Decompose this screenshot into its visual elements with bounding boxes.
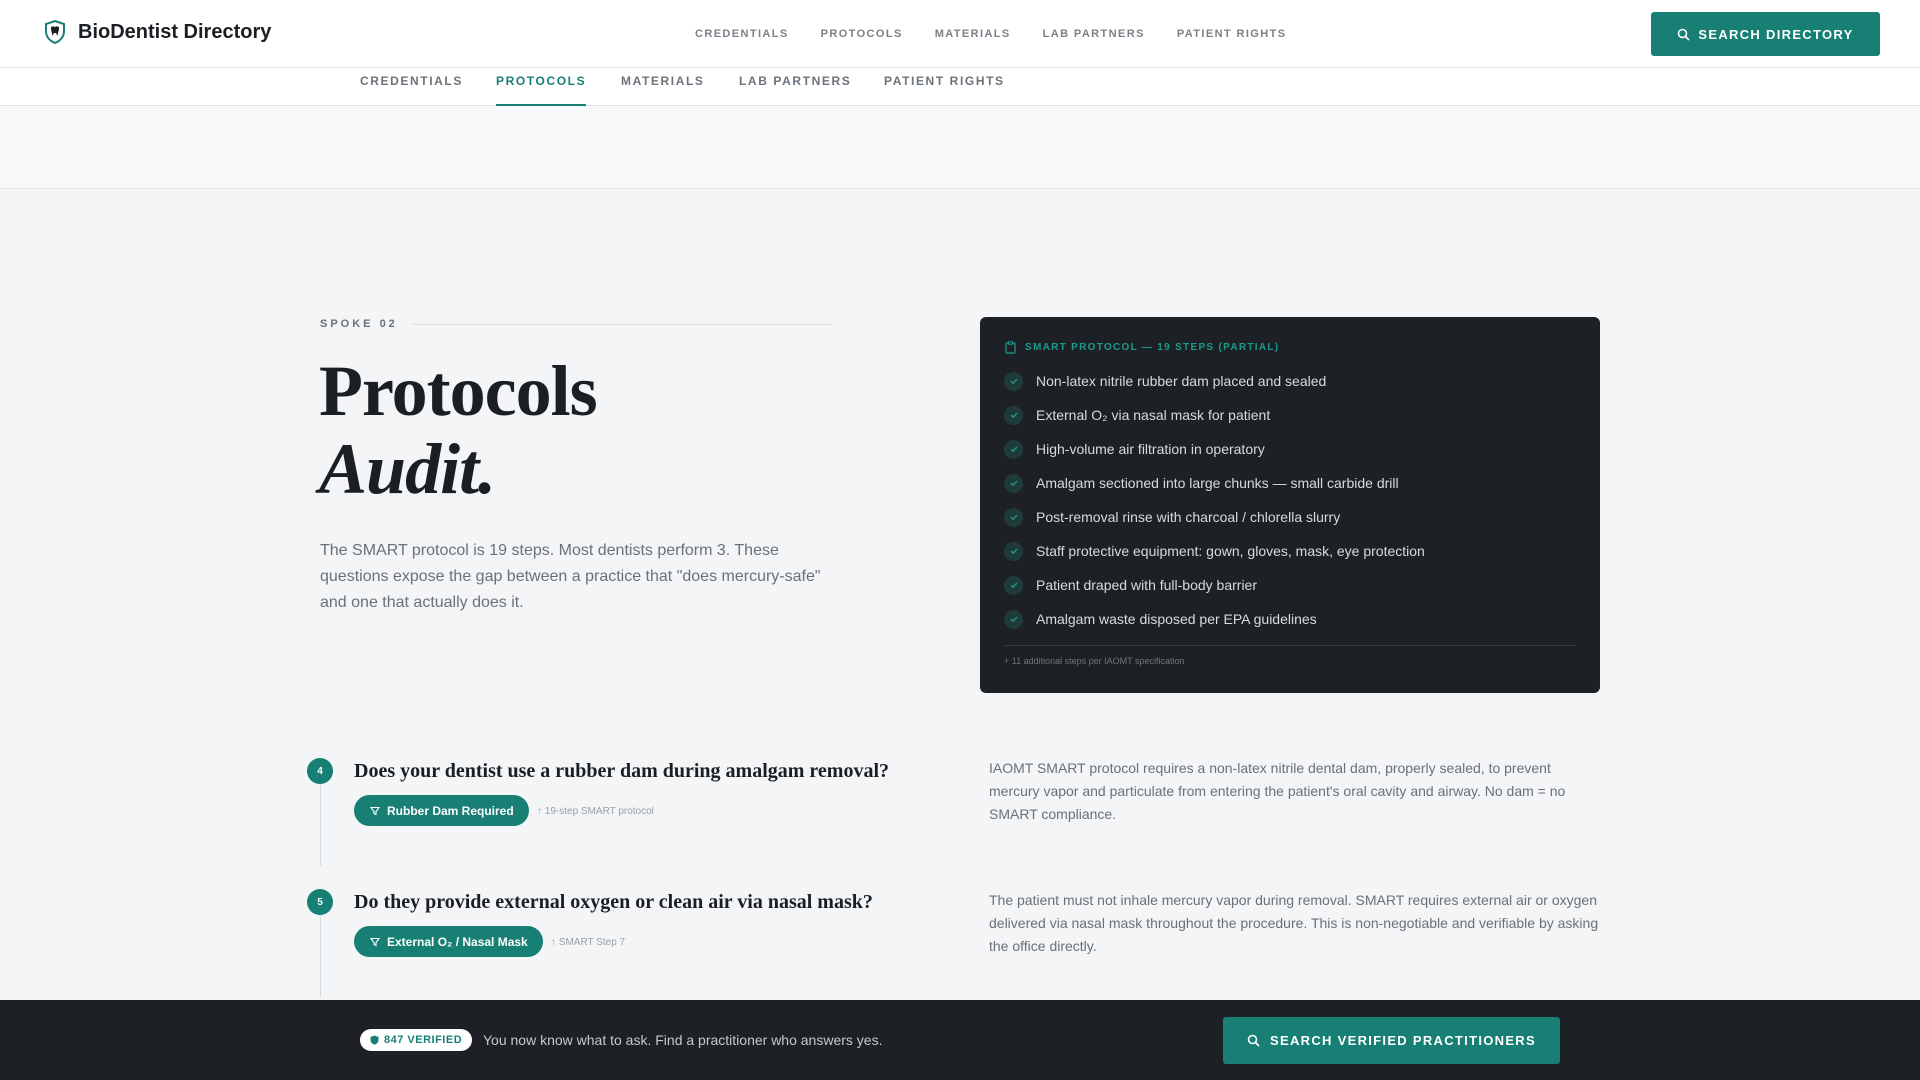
- verified-count: 847 VERIFIED: [384, 1034, 463, 1046]
- protocol-step: External O₂ via nasal mask for patient: [1004, 398, 1576, 432]
- filter-icon: [370, 937, 380, 946]
- shield-icon: [370, 1035, 379, 1045]
- question-answer: The patient must not inhale mercury vapo…: [989, 892, 1599, 954]
- protocol-step: Staff protective equipment: gown, gloves…: [1004, 534, 1576, 568]
- topnav-patient-rights[interactable]: PATIENT RIGHTS: [1177, 28, 1287, 40]
- page-title: Protocols Audit.: [319, 351, 598, 509]
- smart-protocol-card: SMART PROTOCOL — 19 STEPS (PARTIAL) Non-…: [980, 317, 1600, 693]
- topnav-credentials[interactable]: CREDENTIALS: [695, 28, 789, 40]
- filter-icon: [370, 806, 380, 815]
- search-icon: [1678, 28, 1690, 41]
- section-eyebrow: SPOKE 02: [320, 318, 832, 330]
- clipboard-icon: [1005, 341, 1016, 354]
- card-heading-text: SMART PROTOCOL — 19 STEPS (PARTIAL): [1025, 342, 1280, 353]
- timeline-line: [320, 915, 321, 997]
- tab-lab-partners[interactable]: LAB PARTNERS: [739, 68, 851, 106]
- requirement-pill-label: External O₂ / Nasal Mask: [387, 934, 528, 949]
- check-icon: [1004, 575, 1023, 595]
- tab-protocols[interactable]: PROTOCOLS: [496, 68, 587, 106]
- question-reference: ↑ SMART Step 7: [551, 937, 626, 948]
- protocol-step: Post-removal rinse with charcoal / chlor…: [1004, 500, 1576, 534]
- requirement-pill[interactable]: External O₂ / Nasal Mask: [354, 926, 543, 957]
- tooth-shield-icon: [45, 20, 65, 44]
- question-title: Do they provide external oxygen or clean…: [354, 891, 873, 913]
- step-text: Amalgam waste disposed per EPA guideline…: [1036, 611, 1317, 627]
- step-text: Amalgam sectioned into large chunks — sm…: [1036, 475, 1399, 491]
- question-number: 4: [307, 758, 333, 784]
- search-icon: [1247, 1034, 1260, 1047]
- eyebrow-label: SPOKE 02: [320, 318, 398, 330]
- question-number: 5: [307, 889, 333, 915]
- step-text: Staff protective equipment: gown, gloves…: [1036, 543, 1425, 559]
- tab-patient-rights[interactable]: PATIENT RIGHTS: [884, 68, 1005, 106]
- protocol-step: Non-latex nitrile rubber dam placed and …: [1004, 364, 1576, 398]
- topnav-materials[interactable]: MATERIALS: [935, 28, 1011, 40]
- check-icon: [1004, 371, 1023, 391]
- step-text: Patient draped with full-body barrier: [1036, 577, 1258, 593]
- protocol-step: Amalgam sectioned into large chunks — sm…: [1004, 466, 1576, 500]
- card-heading: SMART PROTOCOL — 19 STEPS (PARTIAL): [1004, 341, 1576, 354]
- card-footnote: + 11 additional steps per IAOMT specific…: [1004, 645, 1576, 666]
- top-nav: CREDENTIALS PROTOCOLS MATERIALS LAB PART…: [695, 28, 1286, 40]
- check-icon: [1004, 473, 1023, 493]
- top-header: BioDentist Directory CREDENTIALS PROTOCO…: [0, 0, 1920, 68]
- search-directory-button[interactable]: SEARCH DIRECTORY: [1651, 12, 1880, 56]
- step-text: Post-removal rinse with charcoal / chlor…: [1036, 509, 1341, 525]
- section-tabs: CREDENTIALS PROTOCOLS MATERIALS LAB PART…: [0, 68, 1920, 106]
- tab-credentials[interactable]: CREDENTIALS: [360, 68, 463, 106]
- tab-materials[interactable]: MATERIALS: [621, 68, 705, 106]
- search-directory-label: SEARCH DIRECTORY: [1698, 26, 1854, 42]
- verified-badge: 847 VERIFIED: [360, 1029, 473, 1051]
- topnav-protocols[interactable]: PROTOCOLS: [821, 28, 903, 40]
- brand-name: BioDentist Directory: [78, 20, 272, 43]
- question-reference: ↑ 19-step SMART protocol: [537, 806, 654, 817]
- header-band: [0, 106, 1920, 189]
- topnav-lab-partners[interactable]: LAB PARTNERS: [1043, 28, 1145, 40]
- hero-description: The SMART protocol is 19 steps. Most den…: [320, 542, 821, 611]
- protocol-step: Patient draped with full-body barrier: [1004, 568, 1576, 602]
- step-text: External O₂ via nasal mask for patient: [1036, 407, 1271, 423]
- step-text: Non-latex nitrile rubber dam placed and …: [1036, 373, 1327, 389]
- brand-logo[interactable]: BioDentist Directory: [44, 20, 271, 44]
- requirement-pill[interactable]: Rubber Dam Required: [354, 795, 529, 826]
- eyebrow-rule: [411, 323, 832, 325]
- cta-message: You now know what to ask. Find a practit…: [483, 1032, 883, 1048]
- question-title: Does your dentist use a rubber dam durin…: [354, 760, 890, 782]
- check-icon: [1004, 405, 1023, 425]
- protocol-step: Amalgam waste disposed per EPA guideline…: [1004, 602, 1576, 636]
- step-text: High-volume air filtration in operatory: [1036, 441, 1265, 457]
- timeline-line: [320, 784, 321, 866]
- search-verified-practitioners-button[interactable]: SEARCH VERIFIED PRACTITIONERS: [1223, 1017, 1560, 1064]
- title-line-1: Protocols: [319, 351, 598, 431]
- requirement-pill-label: Rubber Dam Required: [387, 803, 514, 818]
- sticky-cta-bar: 847 VERIFIED You now know what to ask. F…: [0, 1000, 1920, 1080]
- protocol-step: High-volume air filtration in operatory: [1004, 432, 1576, 466]
- check-icon: [1004, 609, 1023, 629]
- check-icon: [1004, 541, 1023, 561]
- question-answer: IAOMT SMART protocol requires a non-late…: [989, 760, 1566, 822]
- cta-button-label: SEARCH VERIFIED PRACTITIONERS: [1270, 1033, 1536, 1048]
- check-icon: [1004, 439, 1023, 459]
- title-line-2: Audit.: [319, 429, 496, 509]
- check-icon: [1004, 507, 1023, 527]
- protocol-steps: Non-latex nitrile rubber dam placed and …: [1004, 364, 1576, 636]
